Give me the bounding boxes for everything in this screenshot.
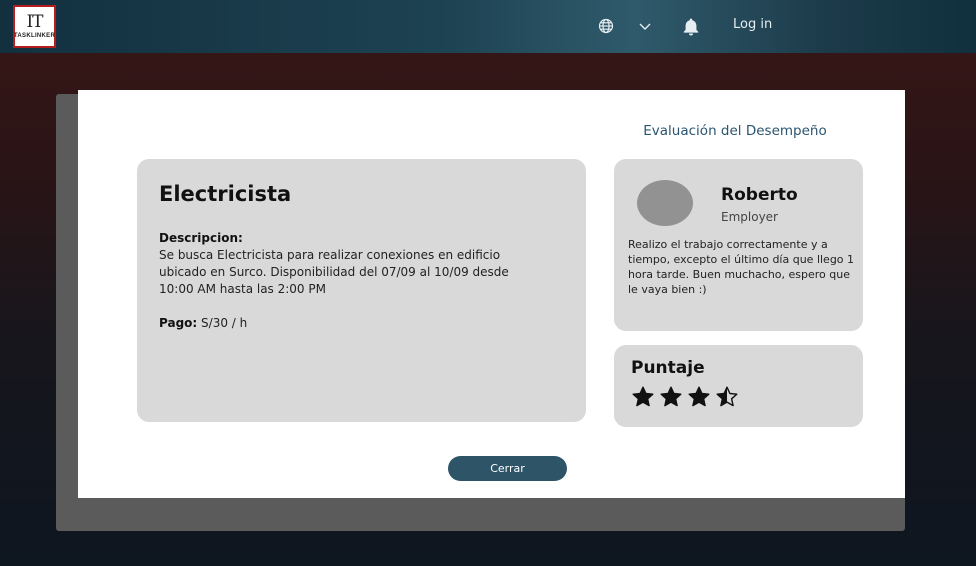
top-navbar: IT TASKLINKER Log in (0, 0, 976, 53)
job-card: Electricista Descripcion: Se busca Elect… (137, 159, 586, 422)
login-link[interactable]: Log in (733, 17, 772, 32)
avatar (637, 180, 693, 226)
job-title: Electricista (159, 182, 292, 206)
reviewer-role: Employer (721, 210, 778, 224)
review-text: Realizo el trabajo correctamente y a tie… (628, 238, 855, 296)
pay-value: S/30 / h (201, 316, 248, 330)
pay-label: Pago: (159, 316, 198, 330)
review-card: Roberto Employer Realizo el trabajo corr… (614, 159, 863, 331)
logo-text: TASKLINKER (13, 33, 56, 39)
star-half-icon (716, 386, 738, 407)
star-full-icon (660, 386, 682, 407)
app-logo[interactable]: IT TASKLINKER (13, 5, 56, 48)
globe-icon[interactable] (596, 16, 616, 36)
chevron-down-icon[interactable] (635, 16, 655, 36)
bell-icon[interactable] (681, 16, 701, 36)
logo-mark: IT (26, 12, 43, 32)
star-rating (631, 385, 739, 409)
star-full-icon (688, 386, 710, 407)
score-label: Puntaje (631, 358, 705, 378)
pay-line: Pago: S/30 / h (159, 316, 247, 330)
star-full-icon (632, 386, 654, 407)
reviewer-name: Roberto (721, 185, 798, 205)
description-text: Se busca Electricista para realizar cone… (159, 248, 509, 296)
description-label: Descripcion: (159, 231, 243, 245)
score-card: Puntaje (614, 345, 863, 427)
performance-modal: Evaluación del Desempeño Electricista De… (78, 90, 905, 498)
close-button[interactable]: Cerrar (448, 456, 567, 481)
modal-title: Evaluación del Desempeño (643, 123, 827, 139)
